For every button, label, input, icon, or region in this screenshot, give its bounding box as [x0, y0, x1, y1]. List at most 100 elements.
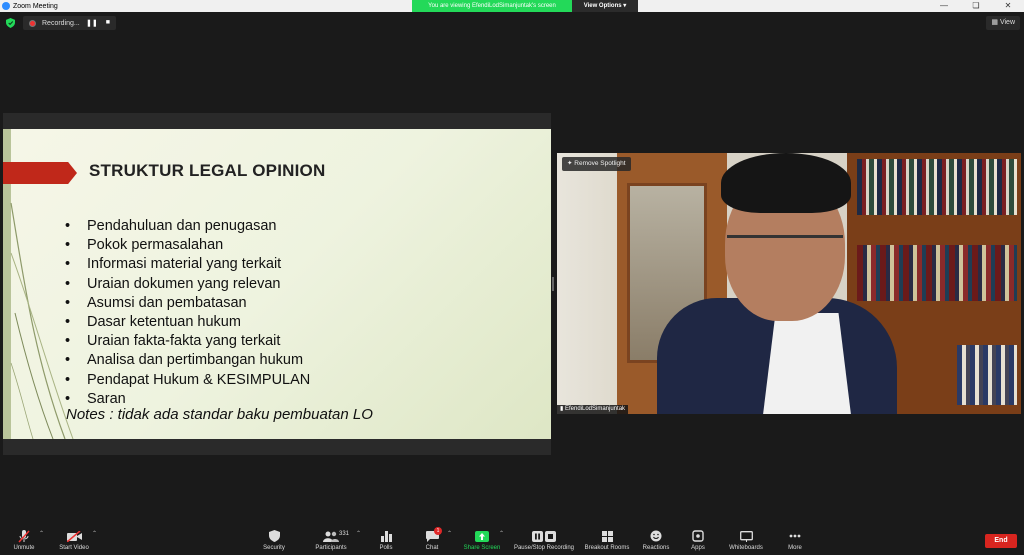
participants-icon [323, 531, 339, 542]
chat-caret-icon[interactable]: ⌃ [447, 530, 452, 537]
more-dots-icon [789, 534, 801, 538]
list-item-text: Informasi material yang terkait [87, 256, 282, 273]
pause-stop-icon [532, 530, 556, 542]
participant-name-tag: ▮ EfendiLodSimanjuntak [557, 405, 629, 414]
shared-screen-slide: STRUKTUR LEGAL OPINION • Pendahuluan dan … [3, 113, 551, 455]
participant-video-tile[interactable] [557, 153, 1021, 414]
view-button[interactable]: ▦ View [986, 16, 1020, 30]
close-icon[interactable]: ✕ [992, 0, 1024, 12]
participants-count: 331 [339, 531, 350, 537]
list-item-text: Analisa dan pertimbangan hukum [87, 352, 304, 369]
microphone-muted-icon [18, 529, 30, 543]
share-screen-icon [475, 530, 489, 542]
bullet: • [65, 294, 71, 311]
bullet: • [65, 237, 71, 254]
list-item: • Asumsi dan pembatasan [65, 294, 310, 313]
bullet: • [65, 256, 71, 273]
split-view-handle[interactable] [552, 277, 554, 291]
pause-recording-icon[interactable]: ❚❚ [86, 19, 98, 27]
meeting-top-bar: Recording... ❚❚ ■ ▦ View [0, 15, 1024, 31]
view-options-label: View Options [583, 3, 622, 9]
participants-label: Participants [315, 545, 347, 551]
bullet: • [65, 371, 71, 388]
breakout-rooms-label: Breakout Rooms [584, 545, 630, 551]
apps-label: Apps [691, 545, 705, 551]
whiteboards-button[interactable]: Whiteboards [726, 526, 766, 555]
security-label: Security [263, 545, 285, 551]
list-item-text: Uraian dokumen yang relevan [87, 275, 281, 292]
bullet: • [65, 313, 71, 330]
participants-caret-icon[interactable]: ⌃ [356, 530, 361, 537]
list-item-text: Pendapat Hukum & KESIMPULAN [87, 371, 311, 388]
polls-label: Polls [379, 545, 393, 551]
polls-icon [380, 530, 392, 542]
breakout-rooms-button[interactable]: Breakout Rooms [583, 526, 631, 555]
polls-button[interactable]: Polls [374, 526, 398, 555]
unmute-label: Unmute [13, 545, 35, 551]
bullet: • [65, 275, 71, 292]
list-item: • Uraian dokumen yang relevan [65, 275, 310, 294]
share-caret-icon[interactable]: ⌃ [499, 530, 504, 537]
stop-recording-icon[interactable]: ■ [106, 19, 110, 27]
maximize-icon[interactable]: ❏ [960, 0, 992, 12]
unmute-button[interactable]: Unmute [10, 526, 38, 555]
video-person-shirt [762, 313, 852, 414]
more-button[interactable]: More [783, 526, 807, 555]
list-item: • Pendahuluan dan penugasan [65, 217, 310, 236]
end-meeting-button[interactable]: End [985, 534, 1017, 548]
meeting-toolbar: Unmute ⌃ Start Video ⌃ Security Particip… [0, 526, 1024, 555]
recording-label: Recording... [42, 19, 80, 27]
slide-bullet-list: • Pendahuluan dan penugasan • Pokok permas… [65, 217, 310, 409]
list-item-text: Uraian fakta-fakta yang terkait [87, 333, 281, 350]
bullet: • [65, 218, 71, 234]
reactions-icon [650, 530, 662, 542]
zoom-app-icon [2, 2, 10, 10]
audio-options-caret-icon[interactable]: ⌃ [39, 530, 44, 537]
recording-indicator: Recording... ❚❚ ■ [23, 16, 116, 30]
security-button[interactable]: Security [260, 526, 288, 555]
breakout-rooms-icon [601, 530, 613, 542]
bullet: • [65, 333, 71, 350]
video-options-caret-icon[interactable]: ⌃ [92, 530, 97, 537]
start-video-button[interactable]: Start Video [56, 526, 92, 555]
title-arrow-shape [3, 162, 77, 184]
pause-stop-recording-button[interactable]: Pause/Stop Recording [510, 526, 578, 555]
shield-icon[interactable] [6, 18, 15, 28]
video-books-row3 [957, 345, 1017, 405]
remove-spotlight-button[interactable]: ✦ Remove Spotlight [562, 157, 631, 171]
view-button-label: View [999, 19, 1015, 26]
view-options-button[interactable]: View Options ▾ [572, 0, 638, 12]
chat-badge: 1 [434, 527, 442, 535]
participant-name: EfendiLodSimanjuntak [564, 406, 626, 412]
window-title: Zoom Meeting [13, 2, 58, 10]
window-controls: — ❏ ✕ [928, 0, 1024, 12]
viewing-screen-label: You are viewing EfendiLodSimanjuntak's s… [412, 0, 572, 12]
list-item-text: Dasar ketentuan hukum [87, 313, 241, 330]
video-books-row2 [857, 245, 1017, 301]
start-video-label: Start Video [59, 545, 89, 551]
slide-letterbox-bottom [3, 439, 551, 455]
video-person-hair [721, 153, 851, 213]
slide-title: STRUKTUR LEGAL OPINION [89, 161, 326, 180]
list-item: • Dasar ketentuan hukum [65, 313, 310, 332]
list-item-text: Asumsi dan pembatasan [87, 294, 247, 311]
security-shield-icon [268, 530, 280, 542]
whiteboard-icon [739, 530, 753, 542]
more-label: More [788, 545, 802, 551]
list-item: • Uraian fakta-fakta yang terkait [65, 332, 310, 351]
share-screen-button[interactable]: Share Screen [462, 526, 502, 555]
list-item: • Pendapat Hukum & KESIMPULAN [65, 371, 310, 390]
slide-notes: Notes : tidak ada standar baku pembuatan… [66, 406, 373, 423]
apps-button[interactable]: Apps [686, 526, 710, 555]
share-screen-label: Share Screen [463, 545, 501, 551]
minimize-icon[interactable]: — [928, 0, 960, 12]
record-icon [29, 19, 36, 27]
pause-recording-label: Pause/Stop Recording [513, 545, 575, 551]
list-item: • Pokok permasalahan [65, 236, 310, 255]
list-item: • Analisa dan pertimbangan hukum [65, 351, 310, 370]
reactions-button[interactable]: Reactions [640, 526, 672, 555]
share-banner: You are viewing EfendiLodSimanjuntak's s… [412, 0, 638, 12]
chat-label: Chat [425, 545, 439, 551]
whiteboards-label: Whiteboards [729, 545, 763, 551]
list-item-text: Pokok permasalahan [87, 237, 224, 254]
